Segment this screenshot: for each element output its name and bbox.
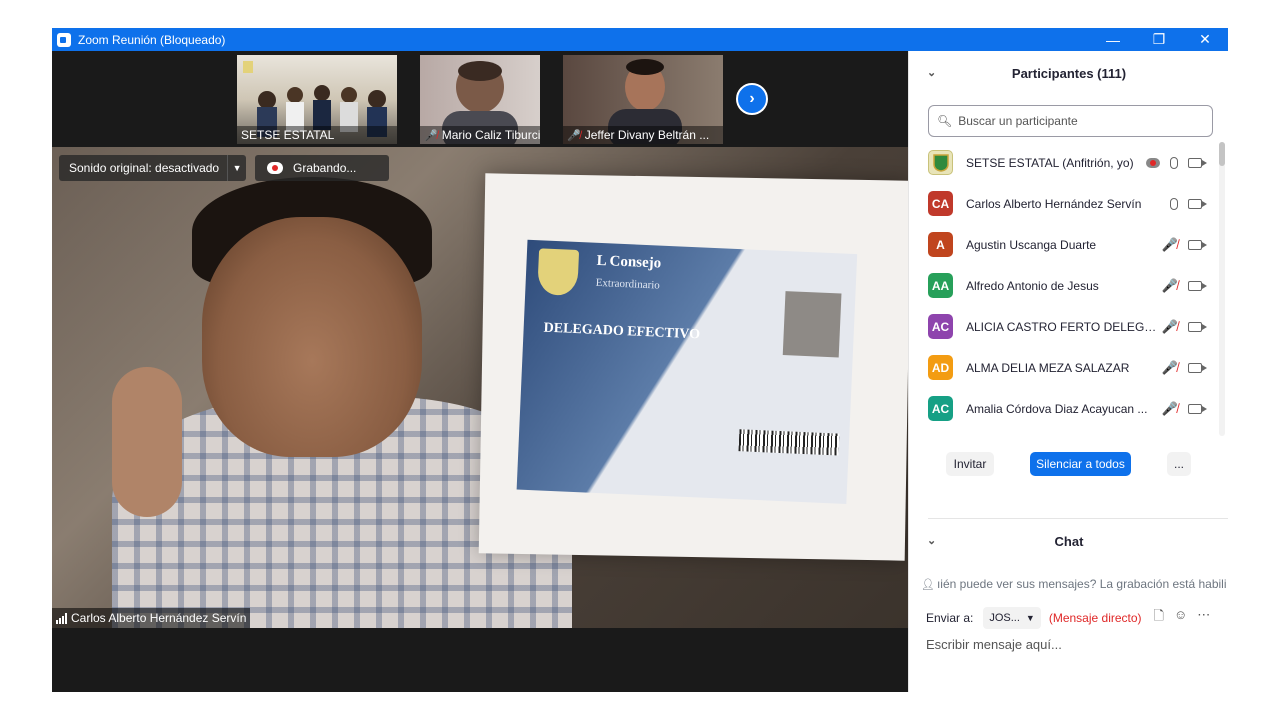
- zoom-app-icon: [57, 32, 71, 47]
- avatar: AC: [928, 396, 953, 421]
- participant-row[interactable]: CA Carlos Alberto Hernández Servín: [909, 183, 1219, 224]
- participant-row[interactable]: AC ALICIA CASTRO FERTO DELEGAC... 🎤̸: [909, 306, 1219, 347]
- window-title: Zoom Reunión (Bloqueado): [78, 32, 226, 47]
- participant-row[interactable]: SETSE ESTATAL (Anfitrión, yo): [909, 142, 1219, 183]
- microphone-icon[interactable]: [1170, 156, 1178, 169]
- mic-off-icon[interactable]: 🎤̸: [1162, 237, 1178, 253]
- mute-all-button[interactable]: Silenciar a todos: [1030, 452, 1131, 476]
- thumbnail-strip: SETSE ESTATAL 🎤̸ Mario Caliz Tiburcio 🎤̸ J…: [52, 51, 908, 147]
- video-thumbnail[interactable]: 🎤̸ Jeffer Divany Beltrán ...: [563, 55, 723, 144]
- thumbnail-name: 🎤̸ Mario Caliz Tiburcio: [420, 126, 540, 144]
- thumbnail-name: SETSE ESTATAL: [237, 126, 397, 144]
- participant-row[interactable]: AC Amalia Córdova Diaz Acayucan ... 🎤̸: [909, 388, 1219, 429]
- participant-row[interactable]: A Agustin Uscanga Duarte 🎤̸: [909, 224, 1219, 265]
- caret-down-icon[interactable]: ▼: [228, 155, 246, 181]
- mic-off-icon: 🎤̸: [424, 129, 438, 142]
- video-area: SETSE ESTATAL 🎤̸ Mario Caliz Tiburcio 🎤̸ J…: [52, 51, 908, 692]
- divider: [928, 518, 1228, 519]
- avatar: CA: [928, 191, 953, 216]
- video-thumbnail[interactable]: SETSE ESTATAL: [237, 55, 397, 144]
- chat-message-input[interactable]: [926, 637, 1216, 652]
- mic-off-icon[interactable]: 🎤̸: [1162, 319, 1178, 335]
- more-icon[interactable]: ⋯: [1197, 607, 1210, 629]
- chevron-down-icon: ▼: [1025, 613, 1035, 623]
- close-button[interactable]: ✕: [1182, 28, 1228, 51]
- held-document: L Consejo Extraordinario DELEGADO EFECTI…: [478, 173, 908, 561]
- more-button[interactable]: ...: [1167, 452, 1191, 476]
- id-photo: [782, 291, 842, 358]
- recording-indicator[interactable]: Grabando...: [255, 155, 389, 181]
- video-off-icon[interactable]: [1188, 280, 1207, 291]
- microphone-icon[interactable]: [1170, 197, 1178, 210]
- participant-row[interactable]: AA Alfredo Antonio de Jesus 🎤̸: [909, 265, 1219, 306]
- search-icon: 🔍︎: [937, 114, 953, 128]
- participant-row[interactable]: AD ALMA DELIA MEZA SALAZAR 🎤̸: [909, 347, 1219, 388]
- video-off-icon[interactable]: [1188, 157, 1207, 168]
- chat-header: ⌄ Chat: [927, 533, 1084, 549]
- shield-logo-icon: [537, 248, 580, 296]
- participant-actions: Invitar Silenciar a todos ...: [909, 452, 1229, 478]
- delegate-credential: L Consejo Extraordinario DELEGADO EFECTI…: [516, 239, 858, 504]
- thumbnail-name: 🎤̸ Jeffer Divany Beltrán ...: [563, 126, 723, 144]
- active-speaker-video: L Consejo Extraordinario DELEGADO EFECTI…: [52, 147, 908, 628]
- search-input[interactable]: [958, 114, 1199, 128]
- participant-search[interactable]: 🔍︎: [928, 105, 1213, 137]
- send-to-bar: Enviar a: JOS... ▼ (Mensaje directo) 🗋 ☺…: [926, 606, 1226, 630]
- speaker-figure: [112, 177, 572, 628]
- chevron-down-icon[interactable]: ⌄: [927, 66, 936, 79]
- avatar: AA: [928, 273, 953, 298]
- avatar: AC: [928, 314, 953, 339]
- video-thumbnail[interactable]: 🎤̸ Mario Caliz Tiburcio: [420, 55, 540, 144]
- mic-off-icon: 🎤̸: [567, 129, 581, 142]
- people-icon: 👤︎: [921, 578, 935, 591]
- avatar: [928, 150, 953, 175]
- recipient-select[interactable]: JOS... ▼: [983, 607, 1041, 629]
- next-page-button[interactable]: ›: [736, 83, 768, 115]
- video-off-icon[interactable]: [1188, 239, 1207, 250]
- video-off-icon[interactable]: [1188, 198, 1207, 209]
- participant-scrollbar[interactable]: [1219, 142, 1225, 436]
- restore-button[interactable]: ❐: [1136, 28, 1182, 51]
- emoji-icon[interactable]: ☺: [1174, 607, 1187, 629]
- zoom-window: Zoom Reunión (Bloqueado) — ❐ ✕ SETSE EST…: [52, 28, 1228, 692]
- original-sound-toggle[interactable]: Sonido original: desactivado ▼: [59, 155, 247, 181]
- chevron-down-icon[interactable]: ⌄: [927, 534, 936, 547]
- shield-logo-icon: [932, 153, 949, 172]
- mic-off-icon[interactable]: 🎤̸: [1162, 360, 1178, 376]
- participant-row[interactable]: [909, 429, 1219, 436]
- recording-icon: [267, 162, 283, 174]
- title-bar: Zoom Reunión (Bloqueado) — ❐ ✕: [52, 28, 1228, 51]
- file-icon[interactable]: 🗋: [1154, 607, 1164, 629]
- minimize-button[interactable]: —: [1090, 28, 1136, 51]
- side-panel: ⌄ Participantes (111) 🔍︎ SETSE ESTATAL (…: [908, 51, 1228, 692]
- invite-button[interactable]: Invitar: [946, 452, 994, 476]
- recording-icon: [1146, 157, 1160, 168]
- video-off-icon[interactable]: [1188, 321, 1207, 332]
- video-off-icon[interactable]: [1188, 362, 1207, 373]
- participant-list: SETSE ESTATAL (Anfitrión, yo) CA Carlos …: [909, 142, 1219, 436]
- mic-off-icon[interactable]: 🎤̸: [1162, 401, 1178, 417]
- video-off-icon[interactable]: [1188, 403, 1207, 414]
- speaker-name-label: Carlos Alberto Hernández Servín: [52, 608, 251, 628]
- signal-strength-icon: [56, 612, 67, 624]
- avatar: AD: [928, 355, 953, 380]
- chat-privacy-hint[interactable]: 👤︎ ıién puede ver sus mensajes? La graba…: [921, 577, 1226, 591]
- participants-header: ⌄ Participantes (111): [927, 65, 1127, 81]
- avatar: A: [928, 232, 953, 257]
- barcode: [738, 429, 840, 456]
- direct-message-label: (Mensaje directo): [1048, 611, 1142, 625]
- mic-off-icon[interactable]: 🎤̸: [1162, 278, 1178, 294]
